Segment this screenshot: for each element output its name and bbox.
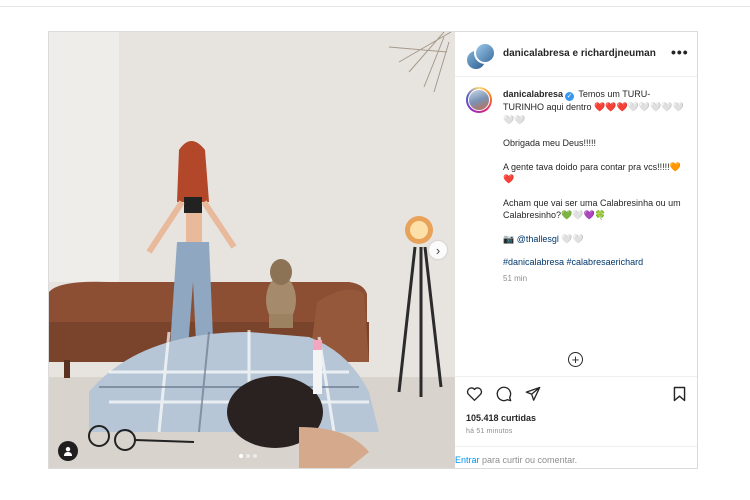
carousel-dot bbox=[253, 454, 257, 458]
bookmark-icon[interactable] bbox=[673, 386, 686, 402]
login-prompt-text: para curtir ou comentar. bbox=[482, 455, 578, 465]
carousel-dot bbox=[246, 454, 250, 458]
hashtags[interactable]: #danicalabresa #calabresaerichard bbox=[503, 256, 689, 269]
chevron-right-icon: › bbox=[435, 242, 441, 258]
caption-avatar[interactable] bbox=[466, 87, 492, 113]
post-card: › danicalabresa e richardjneuman ••• dan… bbox=[48, 31, 698, 469]
carousel-indicator bbox=[239, 454, 257, 458]
post-sidebar: danicalabresa e richardjneuman ••• danic… bbox=[455, 32, 697, 468]
login-prompt: Entrar para curtir ou comentar. bbox=[455, 446, 697, 469]
action-bar bbox=[455, 376, 697, 407]
carousel-dot bbox=[239, 454, 243, 458]
comment-icon[interactable] bbox=[496, 386, 512, 402]
caption-line3: A gente tava doido para contar pra vcs!!… bbox=[503, 161, 681, 185]
avatar bbox=[474, 42, 496, 64]
post-authors[interactable]: danicalabresa e richardjneuman bbox=[503, 48, 656, 59]
user-icon bbox=[64, 447, 72, 456]
share-icon[interactable] bbox=[525, 386, 541, 401]
photo-credit[interactable]: 📷 @thallesgl 🤍🤍 bbox=[503, 233, 689, 246]
tagged-users-button[interactable] bbox=[58, 441, 78, 461]
likes-count[interactable]: 105.418 curtidas bbox=[466, 413, 536, 423]
plus-icon: + bbox=[571, 352, 580, 367]
caption: danicalabresa ✓ Temos um TURU-TURINHO aqu… bbox=[503, 88, 689, 296]
post-time: há 51 minutos bbox=[466, 428, 513, 435]
post-photo[interactable]: › bbox=[49, 32, 455, 468]
comments-section: danicalabresa ✓ Temos um TURU-TURINHO aqu… bbox=[455, 77, 697, 367]
verified-badge-icon: ✓ bbox=[565, 92, 575, 101]
top-divider bbox=[0, 6, 750, 7]
next-photo-button[interactable]: › bbox=[429, 241, 447, 259]
caption-time: 51 min bbox=[503, 273, 528, 283]
photo-scene bbox=[49, 32, 455, 468]
caption-line4: Acham que vai ser uma Calabresinha ou um… bbox=[503, 197, 681, 221]
more-horizontal-icon[interactable]: ••• bbox=[671, 44, 689, 60]
post-header: danicalabresa e richardjneuman ••• bbox=[455, 32, 697, 77]
caption-line2: Obrigada meu Deus!!!!! bbox=[503, 138, 597, 148]
load-more-comments-button[interactable]: + bbox=[568, 352, 583, 367]
login-link[interactable]: Entrar bbox=[455, 455, 480, 465]
caption-username[interactable]: danicalabresa bbox=[503, 89, 563, 99]
heart-icon[interactable] bbox=[466, 386, 483, 401]
collab-avatars[interactable] bbox=[465, 42, 496, 71]
